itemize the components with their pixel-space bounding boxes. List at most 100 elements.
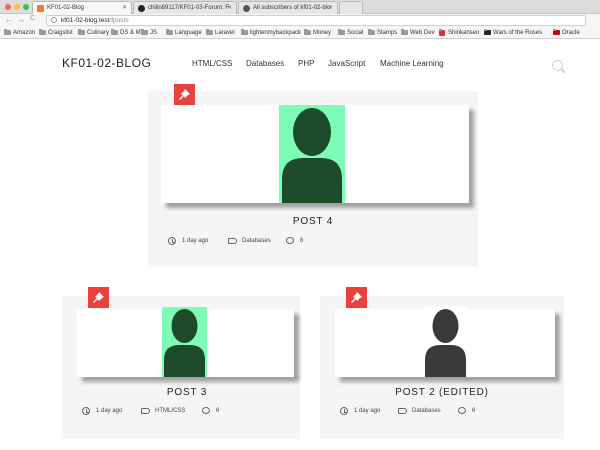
blog-favicon-icon	[37, 5, 44, 12]
pin-icon	[346, 287, 367, 308]
nav-link-machine-learning[interactable]: Machine Learning	[380, 59, 444, 68]
maximize-window-icon[interactable]	[23, 4, 29, 10]
nav-link-php[interactable]: PHP	[298, 59, 314, 68]
avatar-icon	[162, 307, 207, 377]
roses-icon	[484, 29, 491, 35]
comment-icon	[202, 407, 210, 414]
post-card[interactable]: POST 4 1 day ago Databases 6	[148, 84, 478, 267]
post-card[interactable]: POST 3 1 day ago HTML/CSS 6	[62, 287, 300, 439]
clock-icon	[168, 237, 176, 245]
tag-icon	[398, 408, 407, 414]
post-title[interactable]: POST 3	[62, 387, 312, 398]
reload-icon[interactable]: C	[30, 15, 35, 22]
nav-link-databases[interactable]: Databases	[246, 59, 284, 68]
post-image-frame[interactable]	[77, 307, 294, 377]
bookmark-web-dev[interactable]: Web Dev	[400, 28, 435, 38]
browser-tab-github[interactable]: chilin89117/KF01-03-Forum: F ✕	[133, 1, 237, 14]
avatar-head	[293, 108, 331, 156]
bookmark-money[interactable]: Money	[303, 28, 331, 38]
post-time: 1 day ago	[354, 408, 381, 414]
avatar-icon	[423, 307, 468, 377]
folder-icon	[206, 29, 213, 35]
bookmark-lightenmybackpack[interactable]: lightenmybackpack	[240, 28, 301, 38]
tab-title: chilin89117/KF01-03-Forum: F	[148, 5, 229, 11]
bookmark-social[interactable]: Social	[337, 28, 363, 38]
github-favicon-icon	[138, 5, 145, 12]
bookmark-wars-of-the-roses[interactable]: Wars of the Roses	[483, 28, 542, 38]
clock-icon	[82, 407, 90, 415]
folder-icon	[78, 29, 85, 35]
close-tab-icon[interactable]: ✕	[122, 2, 127, 14]
bookmark-craigslist[interactable]: Craigslist	[38, 28, 73, 38]
pin-icon	[88, 287, 109, 308]
clock-icon	[340, 407, 348, 415]
close-tab-icon[interactable]: ✕	[227, 2, 232, 14]
bookmark-ds-ml[interactable]: DS & ML	[110, 28, 144, 38]
bookmark-culinary[interactable]: Culinary	[77, 28, 109, 38]
avatar-head	[171, 309, 198, 343]
forward-icon[interactable]: →	[17, 15, 25, 24]
folder-icon	[241, 29, 248, 35]
post-card[interactable]: POST 2 (EDITED) 1 day ago Databases 6	[320, 287, 564, 439]
post-time: 1 day ago	[182, 238, 209, 244]
folder-icon	[338, 29, 345, 35]
back-icon[interactable]: ←	[5, 15, 13, 24]
post-meta: 1 day ago Databases 6	[340, 407, 540, 417]
post-category[interactable]: Databases	[412, 408, 441, 414]
post-image-frame[interactable]	[335, 307, 555, 377]
post-comments-count: 6	[300, 238, 304, 244]
minimize-window-icon[interactable]	[14, 4, 20, 10]
avatar-head	[432, 309, 459, 343]
folder-icon	[111, 29, 118, 35]
post-category[interactable]: HTML/CSS	[155, 408, 185, 414]
bookmark-language[interactable]: Language	[165, 28, 202, 38]
post-title[interactable]: POST 4	[148, 216, 478, 227]
bookmark-shinkansen[interactable]: Shinkansen	[438, 28, 479, 38]
avatar-shoulders	[164, 345, 205, 377]
post-meta: 1 day ago HTML/CSS 6	[82, 407, 282, 417]
nav-link-html-css[interactable]: HTML/CSS	[192, 59, 232, 68]
close-window-icon[interactable]	[5, 4, 11, 10]
post-meta: 1 day ago Databases 6	[168, 237, 368, 247]
tab-title: KF01-02-Blog	[47, 5, 85, 11]
bookmarks-bar: Amazon Craigslist Culinary DS & ML JS La…	[0, 27, 600, 39]
site-logo[interactable]: KF01-02-BLOG	[62, 56, 151, 70]
browser-tab-blog[interactable]: KF01-02-Blog ✕	[32, 1, 132, 14]
search-icon[interactable]	[552, 60, 563, 71]
new-tab-button[interactable]	[339, 1, 363, 14]
channel-favicon-icon	[243, 5, 250, 12]
comment-icon	[286, 237, 294, 244]
avatar-shoulders	[282, 158, 342, 203]
browser-toolbar: ← → C kf01-02-blog.test/fposts	[0, 14, 600, 27]
bookmark-amazon[interactable]: Amazon	[3, 28, 35, 38]
folder-icon	[39, 29, 46, 35]
folder-icon	[401, 29, 408, 35]
bookmark-oracle[interactable]: Oracle	[552, 28, 580, 38]
avatar-shoulders	[425, 345, 466, 377]
oracle-icon	[553, 29, 560, 35]
browser-tab-subscribers[interactable]: All subscribers of kf01-02-blo ✕	[238, 1, 338, 14]
post-time: 1 day ago	[96, 408, 123, 414]
post-image-frame[interactable]	[161, 105, 469, 203]
post-title[interactable]: POST 2 (EDITED)	[320, 387, 564, 398]
folder-icon	[304, 29, 311, 35]
avatar-icon	[279, 105, 345, 203]
bookmark-js[interactable]: JS	[140, 28, 157, 38]
bookmark-stamps[interactable]: Stamps	[367, 28, 397, 38]
bookmark-laravel[interactable]: Laravel	[205, 28, 235, 38]
folder-icon	[166, 29, 173, 35]
pin-icon	[174, 84, 195, 105]
close-tab-icon[interactable]: ✕	[328, 2, 333, 14]
shinkansen-icon	[439, 29, 445, 36]
url-host: kf01-02-blog.test	[61, 17, 110, 24]
nav-link-javascript[interactable]: JavaScript	[328, 59, 365, 68]
post-comments-count: 6	[472, 408, 476, 414]
folder-icon	[368, 29, 375, 35]
tag-icon	[141, 408, 150, 414]
site-info-icon[interactable]	[51, 17, 57, 23]
address-bar[interactable]: kf01-02-blog.test/fposts	[46, 15, 586, 26]
post-category[interactable]: Databases	[242, 238, 271, 244]
folder-icon	[141, 29, 148, 35]
post-comments-count: 6	[216, 408, 220, 414]
tab-title: All subscribers of kf01-02-blo	[253, 5, 331, 11]
